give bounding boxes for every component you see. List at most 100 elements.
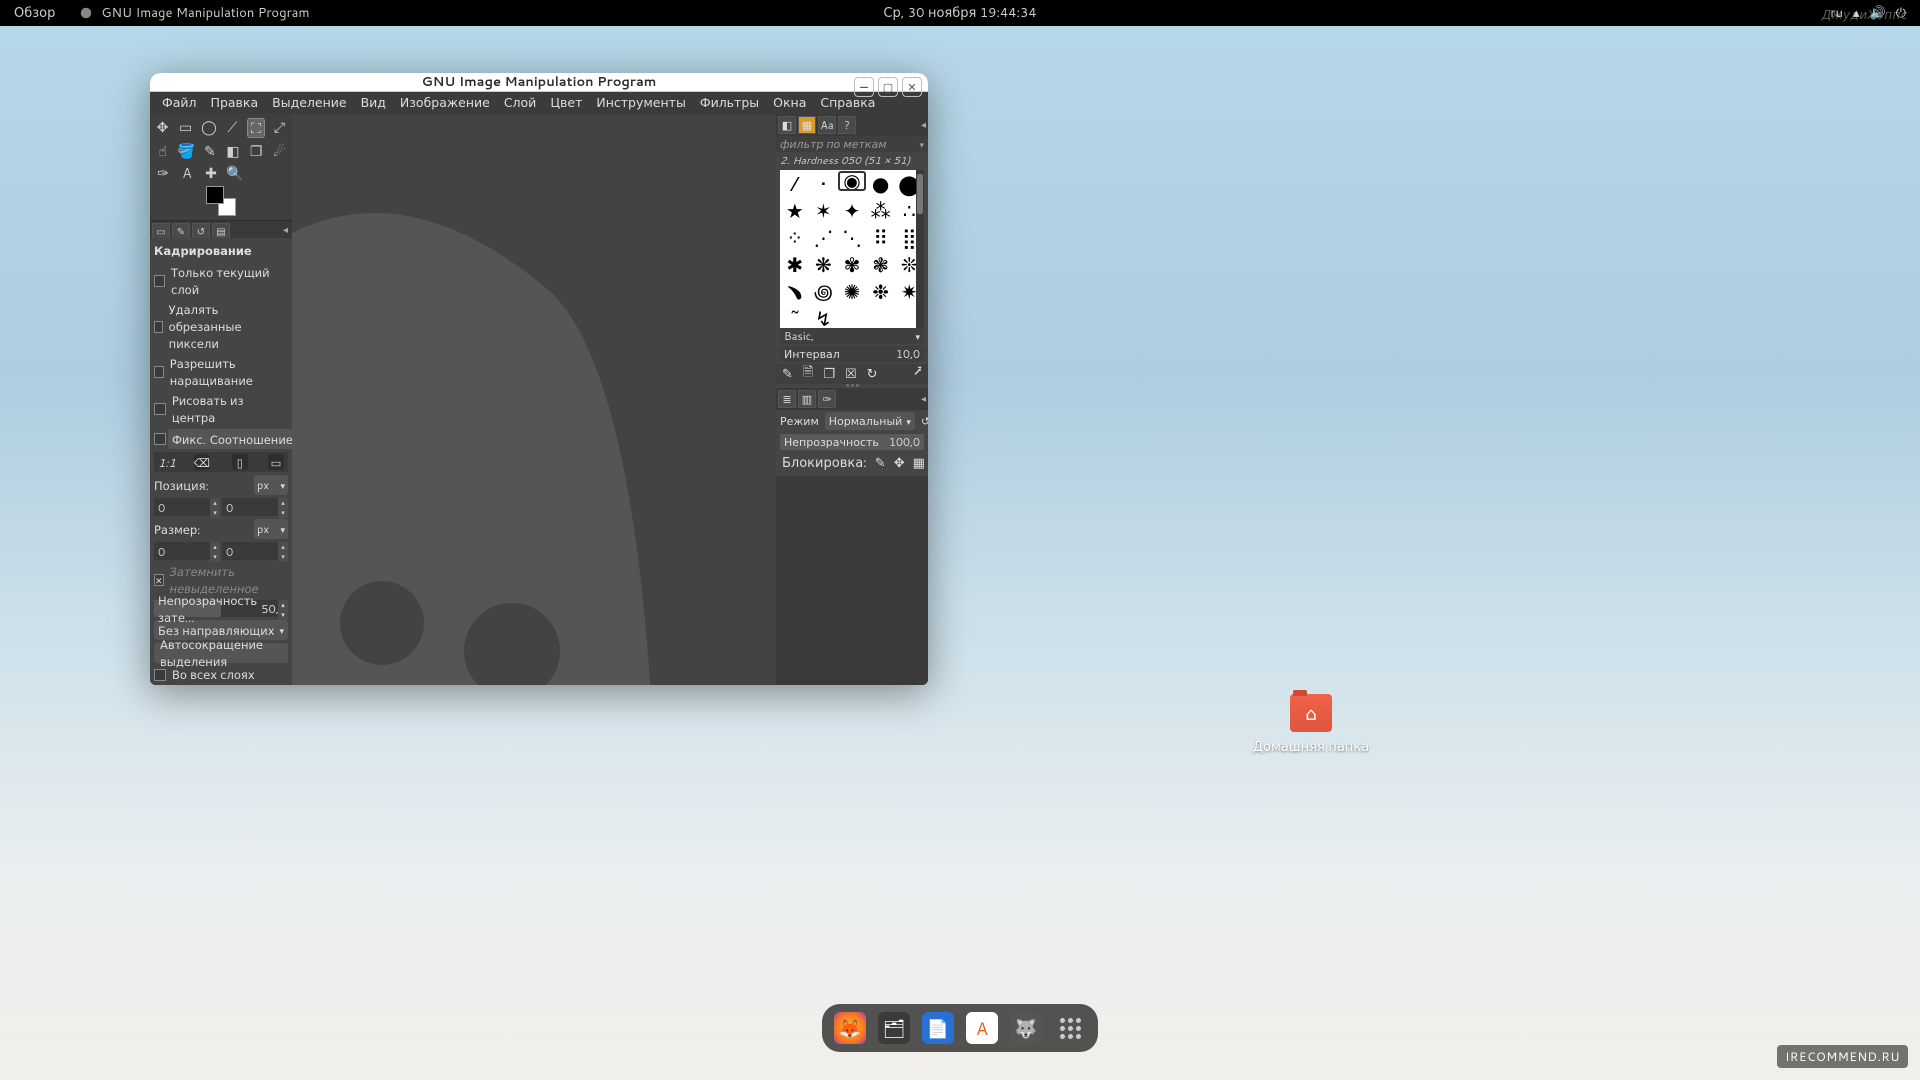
layer-opacity-slider[interactable]: Непрозрачность 100,0 (780, 434, 924, 450)
refresh-brush-icon[interactable]: ↻ (867, 365, 878, 383)
menu-filters[interactable]: Фильтры (694, 92, 765, 114)
aspect-landscape-icon[interactable]: ▭ (268, 454, 284, 470)
tab-fonts[interactable]: Aa (818, 116, 836, 134)
lock-position-icon[interactable]: ✥ (894, 454, 905, 472)
gnome-topbar: Обзор GNU Image Manipulation Program Ср,… (0, 0, 1920, 26)
rd-configure-icon[interactable]: ◂ (921, 118, 926, 132)
lock-pixels-icon[interactable]: ✎ (875, 454, 886, 472)
autoshrink-button[interactable]: Автосокращение выделения (154, 643, 288, 663)
tool-free-select[interactable]: ◯ (200, 118, 218, 136)
opt-allow-growing[interactable]: Разрешить наращивание (154, 355, 288, 389)
wilber-background-icon (292, 153, 772, 685)
topbar-app-menu[interactable]: GNU Image Manipulation Program (79, 4, 309, 22)
edit-brush-icon[interactable]: ✎ (782, 365, 793, 383)
tool-rect-select[interactable]: ▭ (177, 118, 194, 136)
tab-undo-history[interactable]: ↺ (192, 223, 210, 239)
open-brush-icon[interactable]: ⭷ (914, 363, 922, 385)
tab-images[interactable]: ▤ (212, 223, 230, 239)
brush-filter-input[interactable]: фильтр по меткам▾ (776, 136, 928, 152)
menu-layer[interactable]: Слой (498, 92, 543, 114)
darken-opacity-slider[interactable]: Непрозрачность зате… 50,0 ▴ ▾ (154, 600, 288, 617)
menu-image[interactable]: Изображение (394, 92, 496, 114)
tool-paths[interactable]: ✑ (154, 164, 172, 182)
size-h-input[interactable]: 0▴▾ (222, 542, 288, 560)
topbar-datetime[interactable]: Ср, 30 ноября 19:44:34 (883, 4, 1036, 22)
desktop-home-folder[interactable]: ⌂ Домашняя папка (1290, 694, 1332, 756)
menu-colors[interactable]: Цвет (544, 92, 588, 114)
window-maximize-button[interactable]: ▢ (878, 77, 898, 97)
dock-gimp[interactable]: 🐺 (1010, 1012, 1042, 1044)
tab-help-icon[interactable]: ? (838, 116, 856, 134)
opt-from-center[interactable]: Рисовать из центра (154, 392, 288, 426)
dock-apps-grid[interactable] (1054, 1012, 1086, 1044)
opt-fixed-toggle[interactable] (154, 433, 166, 445)
tab-tool-options[interactable]: ▭ (152, 223, 170, 239)
tool-zoom[interactable]: 🔍 (226, 164, 244, 182)
activities-button[interactable]: Обзор (14, 4, 55, 22)
dash-dock: 🦊 🗂 📄 A 🐺 (822, 1004, 1098, 1052)
tool-smudge[interactable]: ☄ (271, 142, 288, 160)
mode-label: Режим (780, 413, 819, 429)
tool-transform[interactable]: ⤢ (271, 118, 288, 136)
tool-move[interactable]: ✥ (154, 118, 171, 136)
clear-aspect-icon[interactable]: ⌫ (194, 454, 210, 470)
window-titlebar[interactable]: GNU Image Manipulation Program — ▢ ✕ (150, 73, 928, 92)
tab-device-status[interactable]: ✎ (172, 223, 190, 239)
mode-reset-icon[interactable]: ↺ (921, 413, 928, 429)
menu-windows[interactable]: Окна (767, 92, 812, 114)
tab-paths[interactable]: ✑ (818, 390, 836, 408)
tool-bucket[interactable]: 🪣 (177, 142, 195, 160)
menu-edit[interactable]: Правка (205, 92, 265, 114)
tool-warp[interactable]: ☝ (154, 142, 171, 160)
window-minimize-button[interactable]: — (854, 77, 874, 97)
aspect-ratio-input[interactable]: 1:1 ⌫ ▯ ▭ (154, 452, 288, 472)
brush-tags-select[interactable]: Basic,▾ (780, 328, 924, 344)
menu-tools[interactable]: Инструменты (590, 92, 691, 114)
tool-text[interactable]: A (178, 164, 196, 182)
tool-crop[interactable]: ⛶ (247, 118, 265, 138)
pos-x-input[interactable]: 0▴▾ (154, 498, 220, 516)
canvas-area[interactable] (292, 114, 776, 685)
brush-grid[interactable]: ⁄•◉●● ★✶✦⁂∴ ⁘⋰⋱⠿⣿ ✱❋✾❃❊ ﹅꩜✺❉✷ ~↯ (780, 170, 924, 328)
tool-heal[interactable]: ✚ (202, 164, 220, 182)
tool-eraser[interactable]: ◧ (224, 142, 241, 160)
tool-clone[interactable]: ❐ (248, 142, 265, 160)
size-w-input[interactable]: 0▴▾ (154, 542, 220, 560)
tool-options-panel: Кадрирование Только текущий слой Удалять… (150, 238, 292, 685)
current-brush-label: 2. Hardness 050 (51 × 51) (776, 152, 928, 170)
layers-list[interactable] (776, 476, 928, 685)
tool-pencil[interactable]: ✎ (201, 142, 218, 160)
pos-y-input[interactable]: 0▴▾ (222, 498, 288, 516)
mode-select[interactable]: Нормальный▾ (825, 412, 915, 430)
gimp-app-icon (79, 6, 93, 20)
tab-channels[interactable]: ▥ (798, 390, 816, 408)
del-brush-icon[interactable]: ☒ (845, 365, 857, 383)
brush-spacing-slider[interactable]: Интервал 10,0 (780, 346, 924, 362)
menubar: Файл Правка Выделение Вид Изображение Сл… (150, 92, 928, 114)
dock-writer[interactable]: 📄 (922, 1012, 954, 1044)
aspect-portrait-icon[interactable]: ▯ (232, 454, 248, 470)
brush-scrollbar[interactable] (916, 170, 924, 328)
opt-delete-cropped[interactable]: Удалять обрезанные пиксели (154, 301, 288, 352)
tab-layers[interactable]: ≣ (778, 390, 796, 408)
tab-patterns[interactable]: ▦ (798, 116, 816, 134)
menu-view[interactable]: Вид (355, 92, 392, 114)
opt-only-current-layer[interactable]: Только текущий слой (154, 264, 288, 298)
menu-select[interactable]: Выделение (266, 92, 352, 114)
opt-all-layers[interactable]: Во всех слоях (154, 666, 288, 683)
menu-file[interactable]: Файл (156, 92, 203, 114)
tab-brushes[interactable]: ◧ (778, 116, 796, 134)
new-brush-icon[interactable]: 🗎 (803, 363, 813, 385)
lock-alpha-icon[interactable]: ▦ (913, 454, 925, 472)
size-unit-select[interactable]: px▾ (254, 519, 288, 539)
dock-software[interactable]: A (966, 1012, 998, 1044)
fg-bg-colors[interactable] (206, 186, 236, 216)
dup-brush-icon[interactable]: ❐ (823, 365, 835, 383)
window-close-button[interactable]: ✕ (902, 77, 922, 97)
tool-fuzzy-select[interactable]: ⟋ (224, 118, 241, 136)
position-unit-select[interactable]: px▾ (254, 475, 288, 495)
layers-configure-icon[interactable]: ◂ (921, 392, 926, 406)
dock-firefox[interactable]: 🦊 (834, 1012, 866, 1044)
tab-configure-icon[interactable]: ◂ (281, 223, 290, 238)
dock-files[interactable]: 🗂 (878, 1012, 910, 1044)
